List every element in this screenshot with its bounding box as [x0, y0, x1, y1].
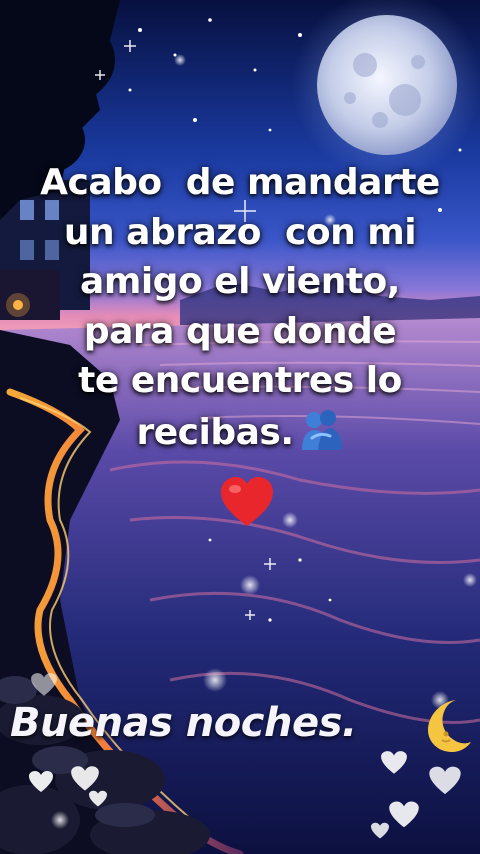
message-line: te encuentres lo	[78, 360, 402, 401]
white-heart-icon	[371, 822, 389, 839]
message-line: amigo el viento,	[80, 261, 400, 302]
white-heart-icon	[89, 790, 107, 807]
people-hugging-icon	[301, 409, 342, 450]
white-heart-icon	[429, 766, 461, 795]
goodnight-text: Buenas noches.	[10, 700, 357, 746]
greeting-message: Acabo de mandarte un abrazo con mi amigo…	[0, 158, 480, 457]
message-line: Acabo de mandarte	[40, 162, 440, 203]
crescent-moon-icon	[428, 700, 471, 752]
white-heart-icon	[29, 771, 53, 792]
white-heart-icon	[71, 766, 99, 791]
message-line: para que donde	[83, 310, 397, 352]
red-heart-icon	[221, 477, 273, 526]
night-beach-scene: Acabo de mandarte un abrazo con mi amigo…	[0, 0, 480, 854]
white-heart-icon	[31, 673, 57, 696]
white-heart-icon	[381, 751, 407, 774]
white-heart-icon	[389, 801, 419, 828]
message-line: un abrazo con mi	[63, 211, 417, 253]
message-line: recibas.	[136, 406, 343, 458]
message-line-text: recibas.	[136, 411, 294, 453]
